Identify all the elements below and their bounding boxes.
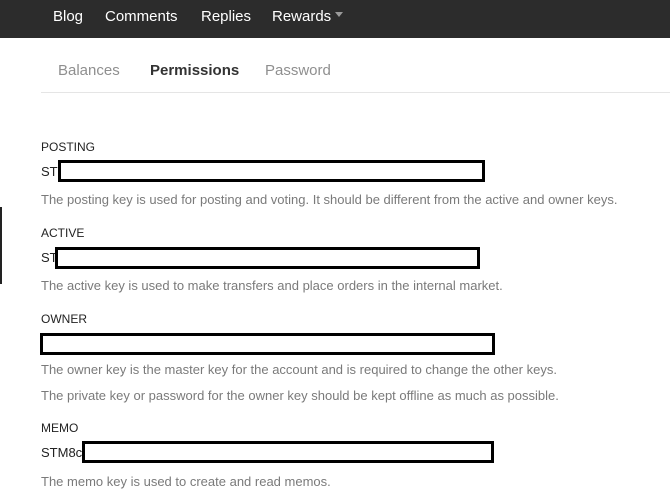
tab-permissions[interactable]: Permissions bbox=[150, 62, 239, 80]
memo-description: The memo key is used to create and read … bbox=[41, 474, 331, 489]
owner-label: OWNER bbox=[41, 312, 87, 326]
active-label: ACTIVE bbox=[41, 226, 85, 240]
memo-label: MEMO bbox=[41, 421, 79, 435]
nav-blog-link[interactable]: Blog bbox=[53, 8, 83, 26]
left-edge-marker bbox=[0, 207, 2, 284]
tab-password[interactable]: Password bbox=[265, 62, 331, 80]
owner-description: The owner key is the master key for the … bbox=[41, 362, 557, 377]
chevron-down-icon[interactable] bbox=[335, 12, 343, 17]
active-key-redacted[interactable] bbox=[55, 247, 480, 269]
tab-balances[interactable]: Balances bbox=[58, 62, 120, 80]
owner-description-offline: The private key or password for the owne… bbox=[41, 388, 559, 403]
posting-key-redacted[interactable] bbox=[58, 160, 485, 182]
tabs-divider bbox=[41, 92, 670, 93]
memo-key-prefix: STM8c bbox=[41, 445, 83, 460]
posting-description: The posting key is used for posting and … bbox=[41, 192, 618, 207]
owner-key-redacted[interactable] bbox=[40, 333, 495, 355]
active-description: The active key is used to make transfers… bbox=[41, 278, 503, 293]
nav-replies-link[interactable]: Replies bbox=[201, 8, 251, 26]
top-nav-bar: Blog Comments Replies Rewards bbox=[0, 0, 670, 38]
nav-comments-link[interactable]: Comments bbox=[105, 8, 178, 26]
memo-key-redacted[interactable] bbox=[82, 441, 494, 463]
posting-label: POSTING bbox=[41, 140, 96, 154]
nav-rewards-dropdown[interactable]: Rewards bbox=[272, 8, 331, 26]
posting-key-prefix: ST bbox=[41, 164, 58, 179]
